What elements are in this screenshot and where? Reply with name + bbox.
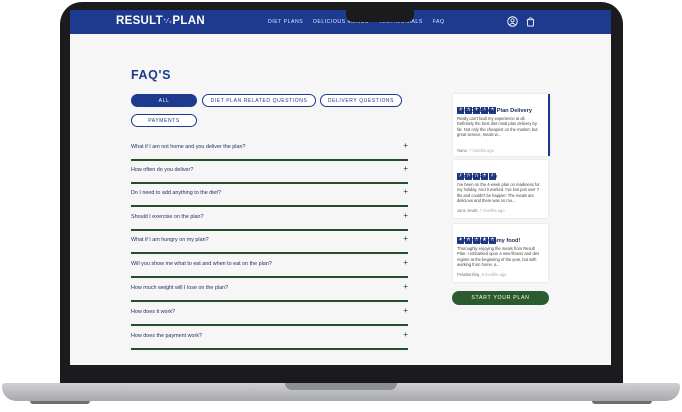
star-rating: ★ ★ ★ ★ ★ bbox=[457, 98, 497, 114]
review-meta: Jane Jewitt, 7 months ago bbox=[457, 208, 505, 213]
logo-separator: ⁺⁄₊ bbox=[162, 17, 173, 25]
faq-item[interactable]: Do I need to add anything to the diet? + bbox=[131, 184, 408, 207]
brand-logo[interactable]: RESULT⁺⁄₊PLAN bbox=[116, 15, 205, 27]
review-text: Thoroughly enjoying the meals from Resul… bbox=[457, 246, 539, 267]
review-author: PetaBartling bbox=[457, 272, 480, 277]
review-title: Scrummy, yummy food! bbox=[457, 238, 521, 244]
expand-plus-icon[interactable]: + bbox=[403, 282, 408, 291]
faq-question: Will you show me what to eat and when to… bbox=[131, 261, 272, 267]
star-rating: ★ ★ ★ ★ ★ bbox=[457, 164, 497, 180]
filter-payments[interactable]: PAYMENTS bbox=[131, 114, 197, 127]
expand-plus-icon[interactable]: + bbox=[403, 164, 408, 173]
faq-divider bbox=[131, 300, 408, 302]
review-text: Really can't fault my experience at all.… bbox=[457, 116, 538, 137]
top-navbar: RESULT⁺⁄₊PLAN DIET PLANS DELICIOUS MENUS… bbox=[70, 10, 611, 34]
faq-question: Do I need to add anything to the diet? bbox=[131, 190, 221, 196]
nav-link-faq[interactable]: FAQ bbox=[433, 19, 445, 25]
faq-item[interactable]: What if I am not home and you deliver th… bbox=[131, 138, 408, 161]
faq-question: How often do you deliver? bbox=[131, 167, 194, 173]
review-title: Worked For Me bbox=[457, 174, 498, 180]
review-meta: PetaBartling, 8 months ago bbox=[457, 272, 507, 277]
review-card: ★ ★ ★ ★ ★ Worked For Me I've been on the 4-w… bbox=[453, 160, 548, 218]
faq-divider bbox=[131, 252, 408, 254]
camera-notch bbox=[346, 10, 414, 22]
review-date: 7 months ago bbox=[469, 148, 494, 153]
faq-item[interactable]: How does it work? + bbox=[131, 303, 408, 326]
faq-item[interactable]: How much weight will I lose on the plan?… bbox=[131, 279, 408, 302]
review-author: Nana bbox=[457, 148, 467, 153]
laptop-frame: RESULT⁺⁄₊PLAN DIET PLANS DELICIOUS MENUS… bbox=[0, 0, 682, 412]
faq-divider bbox=[131, 276, 408, 278]
review-date: 8 months ago bbox=[481, 272, 507, 277]
filter-delivery-questions[interactable]: DELIVERY QUESTIONS bbox=[320, 94, 402, 107]
faq-item[interactable]: What if I am hungry on my plan? + bbox=[131, 231, 408, 254]
review-meta: Nana, 7 months ago bbox=[457, 148, 494, 153]
expand-plus-icon[interactable]: + bbox=[403, 141, 408, 150]
faq-divider bbox=[131, 348, 408, 350]
logo-text-left: RESULT bbox=[116, 15, 163, 27]
page-title: FAQ'S bbox=[131, 68, 172, 82]
faq-question: What if I am not home and you deliver th… bbox=[131, 144, 246, 150]
expand-plus-icon[interactable]: + bbox=[403, 211, 408, 220]
faq-item[interactable]: How often do you deliver? + bbox=[131, 161, 408, 184]
review-date: 7 months ago bbox=[479, 208, 505, 213]
review-author: Jane Jewitt bbox=[457, 208, 478, 213]
account-icon[interactable] bbox=[507, 16, 518, 27]
expand-plus-icon[interactable]: + bbox=[403, 330, 408, 339]
laptop-foot-right bbox=[592, 401, 652, 404]
laptop-base-notch bbox=[285, 383, 397, 390]
review-card: ★ ★ ★ ★ ★ Best Diet Meal Plan Delivery Reall… bbox=[453, 94, 550, 156]
faq-question: How does it work? bbox=[131, 309, 176, 315]
start-your-plan-button[interactable]: START YOUR PLAN bbox=[452, 291, 549, 305]
nav-link-diet-plans[interactable]: DIET PLANS bbox=[268, 19, 303, 25]
expand-plus-icon[interactable]: + bbox=[403, 306, 408, 315]
filter-diet-plan-questions[interactable]: DIET PLAN RELATED QUESTIONS bbox=[202, 94, 316, 107]
review-text: I've been on the 4-week plan on readines… bbox=[457, 182, 540, 203]
expand-plus-icon[interactable]: + bbox=[403, 187, 408, 196]
faq-question: Should I exercise on the plan? bbox=[131, 214, 204, 220]
faq-item[interactable]: Should I exercise on the plan? + bbox=[131, 208, 408, 231]
star-rating: ★ ★ ★ ★ ★ bbox=[457, 228, 497, 244]
laptop-foot-left bbox=[30, 401, 90, 404]
faq-divider bbox=[131, 324, 408, 326]
cart-icon[interactable] bbox=[525, 16, 536, 27]
expand-plus-icon[interactable]: + bbox=[403, 258, 408, 267]
filter-all[interactable]: ALL bbox=[131, 94, 197, 107]
laptop-chin bbox=[60, 365, 623, 385]
review-title: Best Diet Meal Plan Delivery bbox=[457, 108, 532, 114]
faq-divider bbox=[131, 205, 408, 207]
faq-question: How does the payment work? bbox=[131, 333, 203, 339]
expand-plus-icon[interactable]: + bbox=[403, 234, 408, 243]
review-card: ★ ★ ★ ★ ★ Scrummy, yummy food! Thoroughly en… bbox=[453, 224, 548, 282]
logo-text-right: PLAN bbox=[172, 15, 205, 27]
faq-question: How much weight will I lose on the plan? bbox=[131, 285, 229, 291]
faq-item[interactable]: Will you show me what to eat and when to… bbox=[131, 255, 408, 278]
faq-question: What if I am hungry on my plan? bbox=[131, 237, 209, 243]
faq-item[interactable]: How does the payment work? + bbox=[131, 327, 408, 350]
browser-screen: RESULT⁺⁄₊PLAN DIET PLANS DELICIOUS MENUS… bbox=[70, 10, 611, 365]
